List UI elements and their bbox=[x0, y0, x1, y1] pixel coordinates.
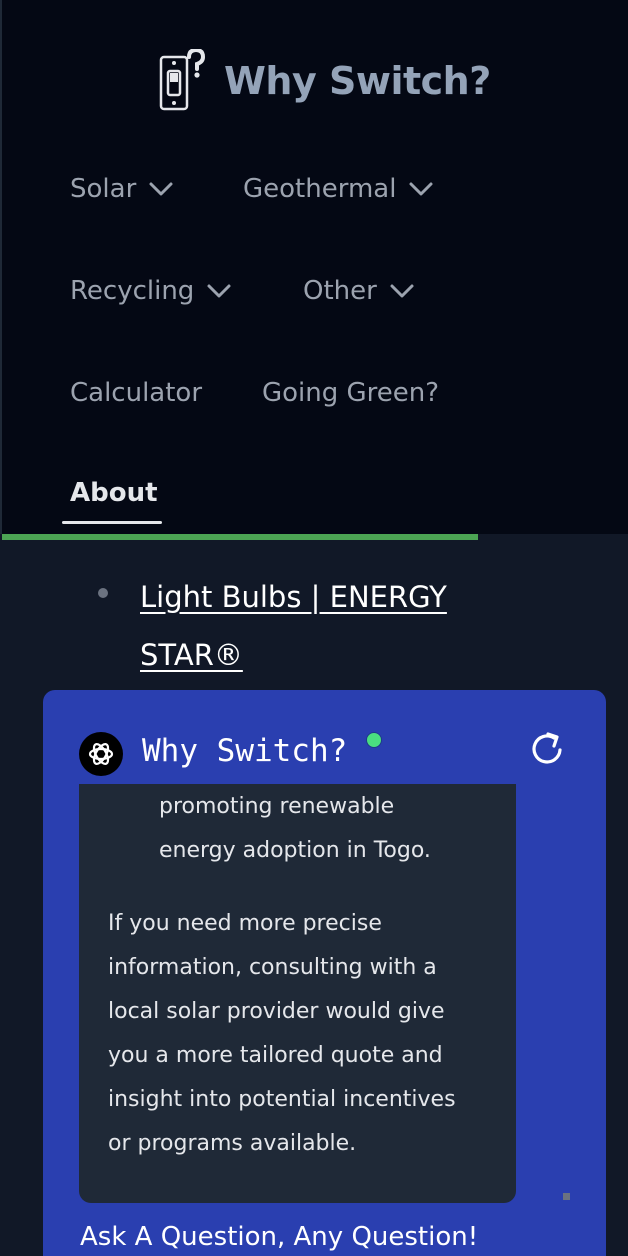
nav-item-solar[interactable]: Solar bbox=[70, 174, 174, 204]
energy-star-link[interactable]: Light Bulbs | ENERGY STAR® bbox=[140, 568, 480, 684]
chevron-down-icon bbox=[409, 182, 433, 196]
message-line: If you need more precise bbox=[108, 911, 382, 936]
chat-title: Why Switch? bbox=[142, 733, 348, 769]
nav-item-calculator[interactable]: Calculator bbox=[70, 378, 202, 408]
brand-name: Why Switch? bbox=[224, 59, 491, 103]
message-line: promoting renewable bbox=[159, 794, 395, 819]
list-bullet bbox=[98, 588, 108, 598]
message-line: or programs available. bbox=[108, 1131, 357, 1156]
nav-item-going-green[interactable]: Going Green? bbox=[262, 378, 439, 408]
chevron-down-icon bbox=[149, 182, 173, 196]
nav-item-label: Solar bbox=[70, 174, 137, 204]
nav-item-label: Recycling bbox=[70, 276, 195, 306]
ask-question-label: Ask A Question, Any Question! bbox=[80, 1222, 479, 1252]
light-switch-question-icon bbox=[159, 49, 206, 111]
nav-item-label: Going Green? bbox=[262, 378, 440, 408]
message-line: insight into potential incentives bbox=[108, 1087, 456, 1112]
openai-logo-icon bbox=[79, 732, 123, 776]
refresh-icon[interactable] bbox=[527, 729, 567, 769]
nav-item-recycling[interactable]: Recycling bbox=[70, 276, 232, 306]
openai-logo-glyph bbox=[88, 743, 114, 765]
active-nav-underline bbox=[62, 521, 162, 524]
brand[interactable]: Why Switch? bbox=[158, 48, 491, 114]
page: Why Switch? Solar Geothermal Recycling O… bbox=[0, 0, 628, 1256]
nav-item-geothermal[interactable]: Geothermal bbox=[243, 174, 434, 204]
site-header: Why Switch? Solar Geothermal Recycling O… bbox=[0, 0, 628, 534]
message-line: you a more tailored quote and bbox=[108, 1043, 443, 1068]
nav-item-label: Geothermal bbox=[243, 174, 397, 204]
chevron-down-icon bbox=[390, 284, 414, 298]
nav-item-label: Calculator bbox=[70, 378, 203, 408]
message-line: information, consulting with a bbox=[108, 955, 437, 980]
message-line: local solar provider would give bbox=[108, 999, 445, 1024]
message-line: energy adoption in Togo. bbox=[159, 838, 431, 863]
nav-item-about[interactable]: About bbox=[70, 478, 158, 508]
nav-item-label: Other bbox=[303, 276, 377, 306]
chat-scrollbar-thumb[interactable] bbox=[563, 1193, 570, 1200]
reading-progress-fill bbox=[2, 534, 478, 540]
online-status-indicator bbox=[366, 732, 382, 748]
nav-item-other[interactable]: Other bbox=[303, 276, 415, 306]
chat-widget: Why Switch? promoting renewable energy a… bbox=[43, 690, 606, 1256]
chevron-down-icon bbox=[207, 284, 231, 298]
reading-progress-bar bbox=[2, 534, 628, 540]
chat-messages[interactable]: promoting renewable energy adoption in T… bbox=[79, 784, 516, 1203]
